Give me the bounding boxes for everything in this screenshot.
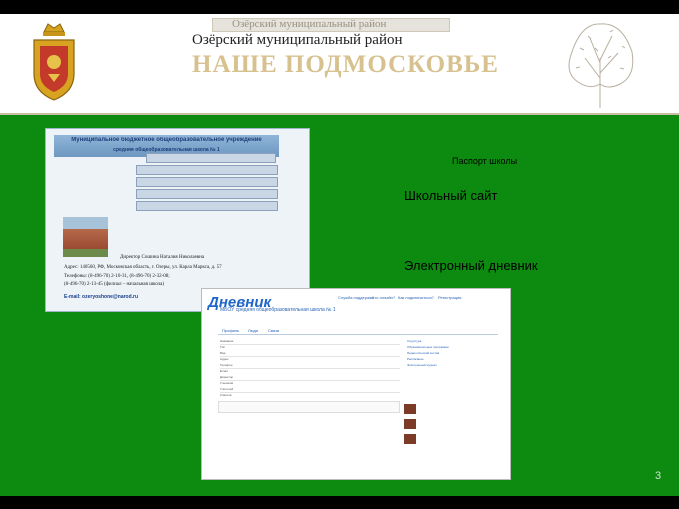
- school-site-link[interactable]: Школьный сайт: [404, 188, 497, 203]
- tab-profile[interactable]: Профиль: [222, 328, 239, 333]
- phone-line-2: (8-496-70) 2-13-45 (филиал – начальная ш…: [64, 282, 165, 287]
- diary-school-title: МБОУ средняя общеобразовательная школа №…: [220, 307, 336, 313]
- top-link[interactable]: Регистрация: [438, 295, 461, 300]
- site-menu-row: [136, 165, 278, 175]
- person-thumbnail: [404, 404, 416, 414]
- field-label: Директор: [220, 375, 234, 379]
- passport-label: Паспорт школы: [452, 156, 518, 166]
- side-item[interactable]: Структура: [407, 339, 421, 343]
- tab-people[interactable]: Люди: [248, 328, 258, 333]
- table-row: [220, 356, 400, 357]
- diary-tabs: Профиль Люди Связи: [218, 327, 498, 335]
- diary-screenshot[interactable]: Дневник Служба поддержки Кто онлайн? Как…: [201, 288, 511, 480]
- birch-tree-icon: [568, 23, 634, 108]
- coat-of-arms-icon: [33, 23, 75, 101]
- brand-title: НАШЕ ПОДМОСКОВЬЕ: [192, 51, 499, 78]
- school-building-photo: [63, 217, 108, 257]
- person-thumbnail: [404, 434, 416, 444]
- top-link[interactable]: Как подключиться?: [398, 295, 434, 300]
- side-item[interactable]: Электронный журнал: [407, 363, 437, 367]
- field-label: Email: [220, 369, 228, 373]
- table-row: [220, 344, 400, 345]
- phone-line: Телефоны: (8-496-70) 2-10-31, (8-496-70)…: [64, 274, 170, 279]
- electronic-diary-link[interactable]: Электронный дневник: [404, 258, 538, 273]
- site-menu-row: [136, 201, 278, 211]
- address-line: Адрес: 140560, РФ, Московская область, г…: [64, 265, 222, 270]
- page-number: 3: [655, 470, 662, 482]
- tab-links[interactable]: Связи: [268, 328, 279, 333]
- field-label: Вид: [220, 351, 226, 355]
- field-label: Учеников: [220, 381, 234, 385]
- person-thumbnail: [404, 419, 416, 429]
- table-row: [220, 380, 400, 381]
- table-row: [220, 368, 400, 369]
- site-menu-row: [136, 177, 278, 187]
- director-line: Директор Сошина Наталия Николаевна: [120, 255, 205, 260]
- field-label: Телефон: [220, 363, 233, 367]
- field-label: Адрес: [220, 357, 229, 361]
- site-menu-row: [146, 153, 276, 163]
- field-label: Классов: [220, 393, 232, 397]
- diary-comment-box: [218, 401, 400, 413]
- ghost-banner-text: Озёрский муниципальный район: [232, 18, 387, 30]
- bottom-black-bar: [0, 496, 679, 509]
- banner-line-1: Муниципальное бюджетное общеобразователь…: [71, 137, 262, 143]
- top-link[interactable]: Служба поддержки: [338, 295, 374, 300]
- table-row: [220, 392, 400, 393]
- email-line: E-mail: ozeryoshone@narod.ru: [64, 294, 139, 300]
- side-item[interactable]: Педагогический состав: [407, 351, 439, 355]
- side-item[interactable]: Расписание: [407, 357, 424, 361]
- school-site-screenshot[interactable]: Муниципальное бюджетное общеобразователь…: [45, 128, 310, 312]
- field-label: Название: [220, 339, 234, 343]
- side-item[interactable]: Образовательные программы: [407, 345, 449, 349]
- field-label: Тип: [220, 345, 226, 349]
- site-menu-row: [136, 189, 278, 199]
- top-black-bar: [0, 0, 679, 14]
- district-name: Озёрский муниципальный район: [192, 32, 403, 48]
- top-link[interactable]: Кто онлайн?: [372, 295, 395, 300]
- field-label: Учителей: [220, 387, 234, 391]
